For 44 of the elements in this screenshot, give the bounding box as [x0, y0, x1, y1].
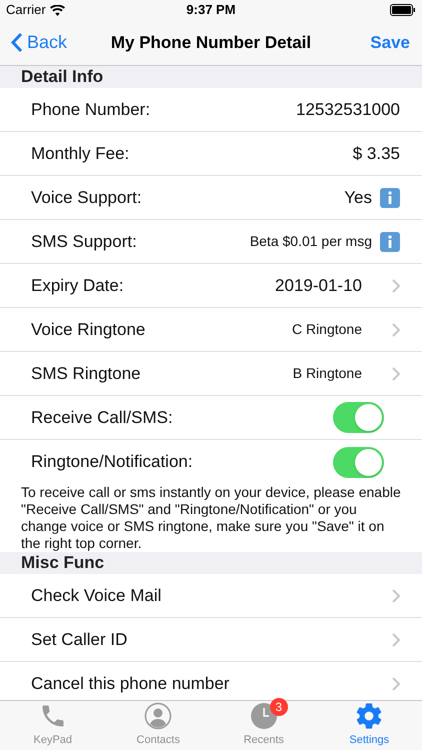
row-label: Ringtone/Notification:: [31, 451, 194, 474]
save-button[interactable]: Save: [342, 30, 412, 56]
row-value: 12532531000: [296, 98, 400, 121]
back-chevron-icon: [10, 32, 23, 53]
row-value: B Ringtone: [292, 364, 362, 383]
chevron-icon: [392, 588, 400, 602]
info-icon[interactable]: [380, 188, 400, 208]
row-label: Cancel this phone number: [31, 673, 230, 696]
row-label: Phone Number:: [31, 98, 152, 121]
row-value: $ 3.35: [352, 142, 400, 165]
row-value: Yes: [344, 186, 372, 209]
section-header: Misc Func: [20, 552, 106, 574]
info-icon[interactable]: [380, 232, 400, 252]
row-value: C Ringtone: [292, 320, 362, 339]
row-label: SMS Support:: [31, 230, 138, 253]
row-label: Receive Call/SMS:: [31, 406, 174, 429]
section-header: Detail Info: [20, 66, 104, 88]
nav-title: My Phone Number Detail: [110, 32, 312, 54]
chevron-icon: [392, 677, 400, 691]
row-label: Monthly Fee:: [31, 142, 130, 165]
status-time: 9:37 PM: [186, 1, 236, 20]
wifi-icon: [50, 4, 65, 16]
row-label: Check Voice Mail: [31, 584, 162, 607]
chevron-icon: [392, 366, 400, 380]
toggle-switch[interactable]: [333, 446, 384, 478]
row-value: 2019-01-10: [275, 274, 362, 297]
row-label: Set Caller ID: [31, 628, 128, 651]
row-label: Voice Ringtone: [31, 318, 146, 341]
carrier-label: Carrier: [6, 1, 46, 20]
tab-item[interactable]: Settings: [316, 701, 422, 750]
person-icon: [144, 702, 172, 730]
back-button[interactable]: Back: [10, 29, 80, 56]
row-label: SMS Ringtone: [31, 362, 142, 385]
tab-item[interactable]: 3 Recents: [211, 701, 316, 750]
chevron-icon: [392, 322, 400, 336]
row-label: Voice Support:: [31, 186, 143, 209]
settings-icon: [355, 702, 384, 730]
chevron-icon: [392, 632, 400, 646]
row-value: Beta $0.01 per msg: [250, 232, 372, 251]
toggle-switch[interactable]: [333, 402, 384, 433]
info-note: To receive call or sms instantly on your device, please enable "Receive Call/SMS" and "Ringtone/Notification" or you change voice or SMS ringtone, make sure you "Save" it on the right top corner.: [0, 484, 422, 552]
chevron-icon: [392, 278, 400, 292]
battery-icon: [390, 4, 416, 16]
row-label: Expiry Date:: [31, 274, 125, 297]
